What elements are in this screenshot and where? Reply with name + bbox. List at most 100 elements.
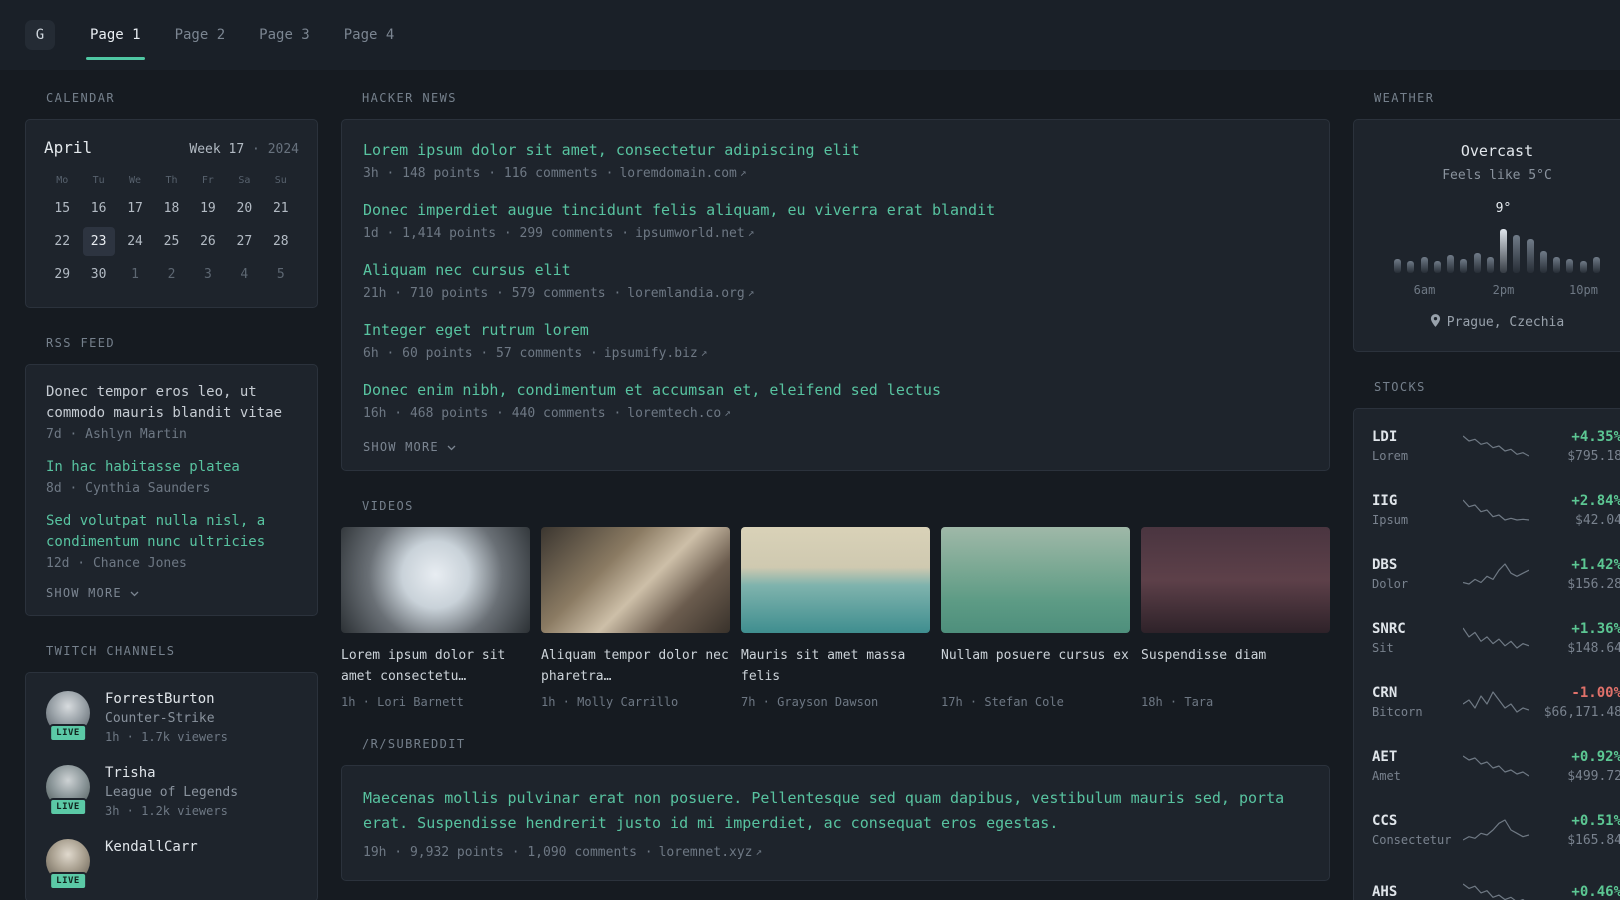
calendar-day: 1: [131, 267, 139, 282]
hackernews-item-domain[interactable]: ipsumify.biz: [604, 346, 698, 361]
stocks-card: LDI Lorem +4.35% $795.18 IIG Ipsum +2.84…: [1353, 408, 1620, 900]
hackernews-item-title[interactable]: Aliquam nec cursus elit: [363, 260, 1308, 281]
twitch-channel-viewers: 1h · 1.7k viewers: [105, 730, 228, 744]
weather-time-label: 10pm: [1569, 283, 1598, 297]
external-link-icon: ↗: [747, 286, 755, 299]
stock-row[interactable]: DBS Dolor +1.42% $156.28: [1372, 542, 1620, 606]
stock-row[interactable]: CRN Bitcorn -1.00% $66,171.48: [1372, 670, 1620, 734]
stock-price: $42.04: [1575, 512, 1620, 528]
twitch-channel-name[interactable]: Trisha: [105, 765, 238, 781]
calendar-day: 25: [163, 234, 180, 249]
video-thumbnail[interactable]: [541, 527, 730, 633]
twitch-avatar-wrap[interactable]: LIVE: [46, 691, 90, 742]
twitch-avatar-wrap[interactable]: LIVE: [46, 765, 90, 816]
stock-row[interactable]: AHS +0.46%: [1372, 862, 1620, 900]
stock-id: CCS Consectetur: [1372, 813, 1460, 847]
page-tab[interactable]: Page 3: [255, 0, 314, 70]
weather-location-row: Prague, Czechia: [1372, 314, 1620, 331]
live-badge: LIVE: [49, 724, 87, 742]
hackernews-item-title[interactable]: Integer eget rutrum lorem: [363, 320, 1308, 341]
weather-bar: [1394, 259, 1401, 273]
calendar-day: 29: [54, 267, 71, 282]
stock-sparkline: [1460, 754, 1532, 778]
twitch-channel-name[interactable]: KendallCarr: [105, 839, 198, 855]
calendar-month: April: [44, 138, 93, 157]
rss-item-title[interactable]: In hac habitasse platea: [46, 457, 297, 478]
subreddit-post-domain[interactable]: loremnet.xyz: [659, 845, 753, 860]
twitch-avatar-wrap[interactable]: LIVE: [46, 839, 90, 890]
hackernews-item-title[interactable]: Donec imperdiet augue tincidunt felis al…: [363, 200, 1308, 221]
weather-widget: WEATHER Overcast Feels like 5°C 9° 6am 2p…: [1353, 91, 1620, 352]
stock-row[interactable]: AET Amet +0.92% $499.72: [1372, 734, 1620, 798]
hackernews-item-domain[interactable]: ipsumworld.net: [635, 226, 745, 241]
rss-item-title[interactable]: Sed volutpat nulla nisl, a condimentum n…: [46, 511, 297, 553]
rss-heading: RSS FEED: [46, 336, 115, 350]
page-tab[interactable]: Page 1: [86, 0, 145, 70]
twitch-channel-info: KendallCarr: [105, 839, 198, 859]
video-title[interactable]: Aliquam tempor dolor nec pharetra…: [541, 645, 730, 687]
twitch-list: LIVE ForrestBurton Counter-Strike 1h · 1…: [46, 691, 297, 890]
rss-item-title[interactable]: Donec tempor eros leo, ut commodo mauris…: [46, 382, 297, 424]
video-thumbnail[interactable]: [1141, 527, 1330, 633]
weather-bar: [1447, 255, 1455, 273]
calendar-day: 24: [127, 234, 143, 249]
video-title[interactable]: Mauris sit amet massa felis: [741, 645, 930, 687]
hackernews-item-domain[interactable]: loremtech.co: [627, 406, 721, 421]
weather-heading: WEATHER: [1374, 91, 1435, 105]
video-thumbnail[interactable]: [341, 527, 530, 633]
hackernews-item-title[interactable]: Lorem ipsum dolor sit amet, consectetur …: [363, 140, 1308, 161]
video-thumbnail[interactable]: [741, 527, 930, 633]
video-title[interactable]: Nullam posuere cursus ex: [941, 645, 1130, 687]
weather-bar: [1500, 229, 1508, 273]
subreddit-post-title[interactable]: Maecenas mollis pulvinar erat non posuer…: [363, 786, 1308, 836]
hackernews-item-domain[interactable]: loremlandia.org: [627, 286, 744, 301]
video-meta: 1h · Molly Carrillo: [541, 695, 679, 709]
app-logo[interactable]: G: [25, 20, 55, 50]
calendar-day: 5: [276, 267, 285, 282]
videos-widget: VIDEOS Lorem ipsum dolor sit amet consec…: [341, 499, 1330, 709]
calendar-header: April Week 17 · 2024: [44, 138, 299, 157]
calendar-day: 20: [236, 201, 253, 216]
stock-change: -1.00%: [1571, 684, 1620, 701]
stock-change: +1.36%: [1571, 620, 1620, 637]
stock-id: CRN Bitcorn: [1372, 685, 1460, 719]
video-meta: 1h · Lori Barnett: [341, 695, 464, 709]
stock-id: DBS Dolor: [1372, 557, 1460, 591]
hackernews-item-title[interactable]: Donec enim nibh, condimentum et accumsan…: [363, 380, 1308, 401]
stock-row[interactable]: LDI Lorem +4.35% $795.18: [1372, 414, 1620, 478]
stock-price: $795.18: [1567, 448, 1620, 464]
twitch-channel-name[interactable]: ForrestBurton: [105, 691, 228, 707]
rss-show-more-button[interactable]: SHOW MORE: [46, 586, 139, 600]
stock-row[interactable]: CCS Consectetur +0.51% $165.84: [1372, 798, 1620, 862]
calendar-year: 2024: [267, 142, 299, 157]
stock-symbol: DBS: [1372, 557, 1398, 573]
hackernews-item-stats: 3h · 148 points · 116 comments ·: [363, 166, 614, 181]
weather-bar: [1513, 235, 1521, 273]
video-thumbnail[interactable]: [941, 527, 1130, 633]
stock-row[interactable]: IIG Ipsum +2.84% $42.04: [1372, 478, 1620, 542]
calendar-day: 15: [54, 201, 71, 216]
stock-row[interactable]: SNRC Sit +1.36% $148.64: [1372, 606, 1620, 670]
hackernews-item-domain[interactable]: loremdomain.com: [619, 166, 736, 181]
video-title[interactable]: Lorem ipsum dolor sit amet consectetu…: [341, 645, 530, 687]
page-tab[interactable]: Page 2: [171, 0, 230, 70]
stock-sparkline: [1460, 498, 1532, 522]
page-tab[interactable]: Page 4: [340, 0, 399, 70]
stock-change: +0.92%: [1571, 748, 1620, 765]
stock-symbol: SNRC: [1372, 621, 1406, 637]
external-link-icon: ↗: [747, 226, 755, 239]
hackernews-show-more-button[interactable]: SHOW MORE: [363, 440, 456, 454]
weather-bar: [1592, 257, 1600, 273]
stock-values: +0.92% $499.72: [1532, 749, 1620, 784]
video-title[interactable]: Suspendisse diam: [1141, 645, 1330, 687]
hackernews-item-meta: 1d · 1,414 points · 299 comments · ipsumw…: [363, 226, 1308, 241]
hackernews-widget: HACKER NEWS Lorem ipsum dolor sit amet, …: [341, 91, 1330, 471]
twitch-channel-row: LIVE Trisha League of Legends 3h · 1.2k …: [46, 765, 297, 818]
stock-price: $499.72: [1567, 768, 1620, 784]
weather-card: Overcast Feels like 5°C 9° 6am 2pm 10pm Pr…: [1353, 119, 1620, 352]
twitch-widget: TWITCH CHANNELS LIVE ForrestBurton Count…: [25, 644, 318, 900]
weather-bar: [1486, 257, 1494, 273]
hackernews-item-meta: 16h · 468 points · 440 comments · loremte…: [363, 406, 1308, 421]
stock-symbol: AHS: [1372, 884, 1398, 900]
calendar-day: 21: [272, 201, 289, 216]
